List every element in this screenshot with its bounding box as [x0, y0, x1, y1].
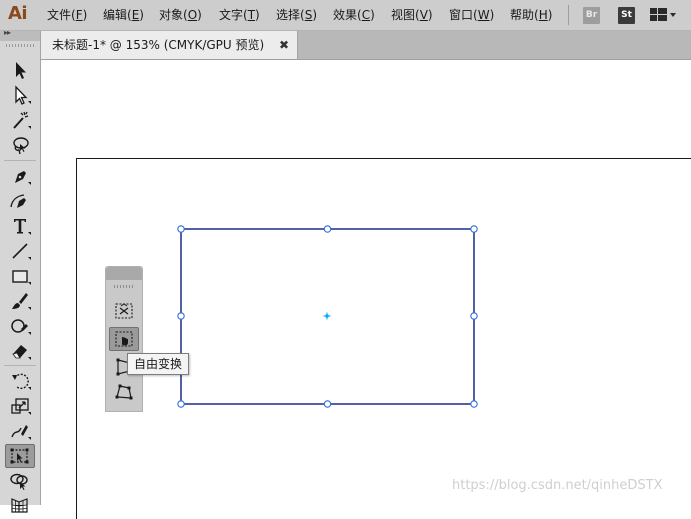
handle-middle-left[interactable] [177, 312, 185, 320]
handle-middle-right[interactable] [470, 312, 478, 320]
close-tab-icon[interactable]: ✖ [279, 31, 289, 59]
artboard [76, 158, 691, 519]
shaper-tool[interactable] [5, 314, 35, 338]
direct-selection-tool[interactable] [5, 83, 35, 107]
type-tool[interactable] [5, 214, 35, 238]
eraser-icon [12, 345, 31, 360]
menu-file[interactable]: 文件(F) [47, 0, 87, 30]
menu-edit[interactable]: 编辑(E) [103, 0, 144, 30]
handle-bottom-right[interactable] [470, 400, 478, 408]
workspace-switcher[interactable] [650, 8, 676, 22]
free-distort-icon [115, 384, 133, 400]
menu-object[interactable]: 对象(O) [159, 0, 202, 30]
menu-separator [568, 5, 569, 25]
bridge-button[interactable]: Br [583, 7, 600, 24]
shaper-icon [11, 319, 31, 335]
rectangle-tool[interactable] [5, 264, 35, 288]
selection-tool[interactable] [5, 58, 35, 82]
toolbar-separator [4, 365, 36, 366]
paintbrush-tool[interactable] [5, 289, 35, 313]
menu-window[interactable]: 窗口(W) [449, 0, 494, 30]
selection-arrow-icon [16, 62, 26, 79]
menu-help[interactable]: 帮助(H) [510, 0, 552, 30]
menu-type[interactable]: 文字(T) [219, 0, 260, 30]
lasso-tool[interactable] [5, 133, 35, 157]
menu-effect[interactable]: 效果(C) [333, 0, 375, 30]
handle-top-center[interactable] [323, 225, 332, 233]
eraser-tool[interactable] [5, 339, 35, 363]
menu-bar: Ai 文件(F) 编辑(E) 对象(O) 文字(T) 选择(S) 效果(C) 视… [0, 0, 691, 31]
handle-bottom-center[interactable] [323, 400, 332, 408]
watermark: https://blog.csdn.net/qinheDSTX [452, 478, 663, 493]
warp-tool[interactable] [5, 419, 35, 443]
document-tab-bar: 未标题-1* @ 153% (CMYK/GPU 预览) ✖ [41, 31, 691, 60]
workspace-icon [650, 8, 676, 21]
rotate-icon [12, 373, 31, 390]
constrain-button[interactable] [109, 299, 139, 323]
rotate-tool[interactable] [5, 369, 35, 393]
free-distort-button[interactable] [109, 380, 139, 404]
lasso-icon [13, 137, 29, 155]
toolbar-separator [4, 160, 36, 161]
magic-wand-icon [13, 111, 31, 129]
free-transform-widget [105, 266, 143, 412]
scale-icon [11, 398, 31, 415]
tooltip: 自由变换 [127, 353, 190, 375]
paintbrush-icon [12, 293, 31, 310]
tools-panel-grip[interactable] [6, 44, 34, 47]
perspective-grid-icon [11, 498, 28, 513]
free-transform-hand-icon [115, 331, 133, 347]
document-tab-title: 未标题-1* @ 153% (CMYK/GPU 预览) [52, 38, 265, 52]
curvature-tool[interactable] [5, 189, 35, 213]
document-tab[interactable]: 未标题-1* @ 153% (CMYK/GPU 预览) ✖ [41, 31, 298, 59]
constrain-icon [115, 303, 133, 319]
menu-view[interactable]: 视图(V) [391, 0, 433, 30]
handle-top-right[interactable] [470, 225, 478, 233]
pen-nib-icon [15, 171, 31, 185]
line-tool[interactable] [5, 239, 35, 263]
app-logo: Ai [8, 3, 28, 24]
line-segment-icon [12, 243, 31, 260]
stock-button[interactable]: St [618, 7, 635, 24]
double-chevron-icon: ▸▸ [4, 28, 11, 37]
widget-title-bar[interactable] [106, 267, 142, 280]
menu-select[interactable]: 选择(S) [276, 0, 317, 30]
magic-wand-tool[interactable] [5, 108, 35, 132]
handle-bottom-left[interactable] [177, 400, 185, 408]
scale-tool[interactable] [5, 394, 35, 418]
widget-grip[interactable] [114, 285, 134, 288]
curvature-pen-icon [10, 194, 26, 208]
free-transform-button[interactable] [109, 327, 139, 351]
warp-icon [11, 425, 31, 440]
type-t-icon [14, 219, 31, 235]
shape-builder-icon [10, 473, 28, 490]
shape-builder-tool[interactable] [5, 469, 35, 493]
perspective-grid-tool[interactable] [5, 493, 35, 517]
rectangle-icon [12, 270, 31, 285]
tools-panel-collapse[interactable]: ▸▸ [0, 28, 40, 41]
handle-top-left[interactable] [177, 225, 185, 233]
tools-panel: ▸▸ [0, 28, 41, 513]
free-transform-icon [10, 448, 29, 464]
pen-tool[interactable] [5, 164, 35, 188]
free-transform-tool[interactable] [5, 444, 35, 468]
direct-selection-icon [15, 85, 31, 105]
